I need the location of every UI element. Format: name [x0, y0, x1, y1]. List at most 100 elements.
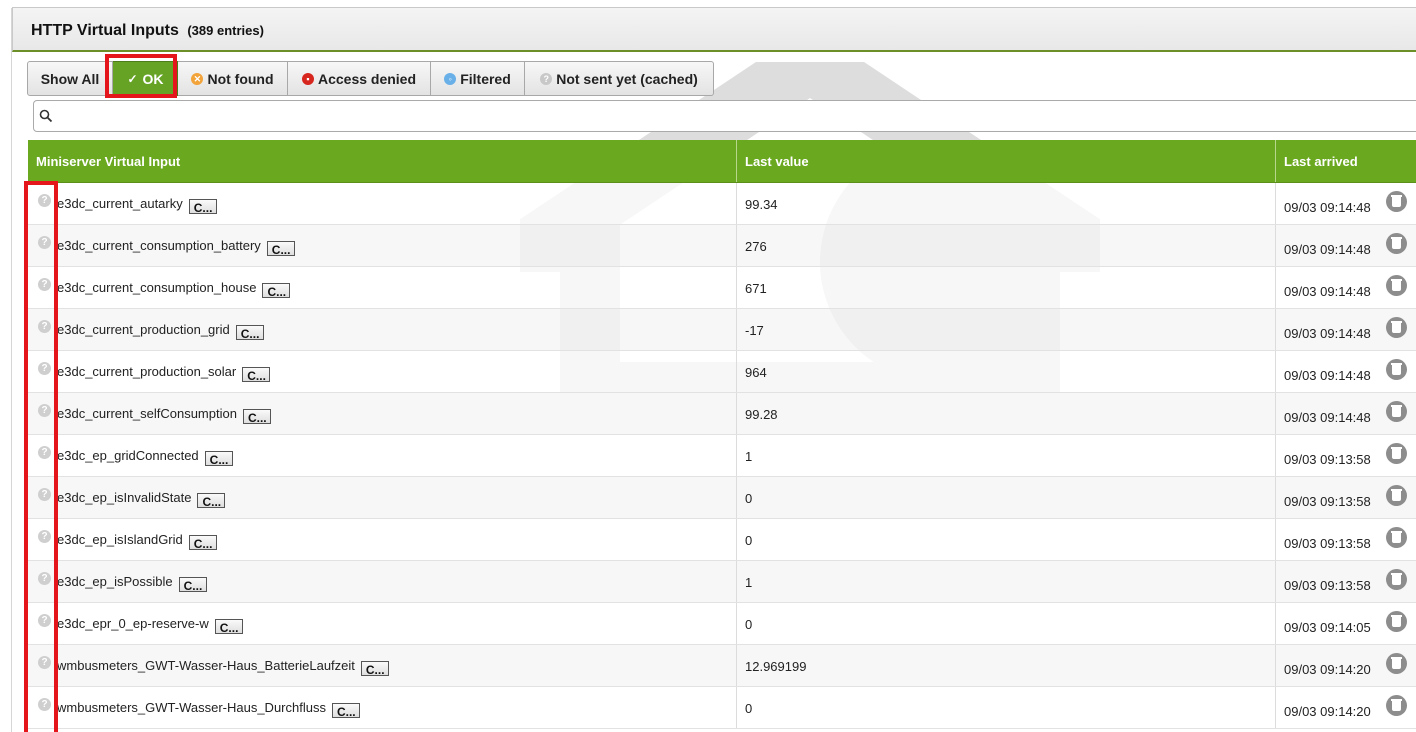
search-box — [33, 100, 1416, 132]
column-header-last-value[interactable]: Last value — [737, 140, 1276, 182]
cell-last-value: 99.28 — [737, 393, 1276, 434]
table-row: ? e3dc_current_consumption_house C... 671 09… — [28, 267, 1416, 309]
question-icon: ? — [38, 614, 51, 627]
input-name-cell: e3dc_current_production_grid C... — [57, 322, 264, 341]
question-icon: ? — [38, 194, 51, 207]
input-name: e3dc_current_production_solar — [57, 364, 237, 379]
last-value: 99.34 — [745, 197, 778, 212]
trash-icon[interactable] — [1386, 191, 1407, 212]
column-header-input[interactable]: Miniserver Virtual Input — [28, 140, 737, 182]
filter-access-denied-button[interactable]: ▪ Access denied — [288, 61, 431, 96]
cell-input: ? e3dc_epr_0_ep-reserve-w C... — [28, 603, 737, 644]
filter-show-all-button[interactable]: Show All — [27, 61, 113, 96]
copy-button[interactable]: C... — [242, 367, 271, 383]
table-row: ? e3dc_current_autarky C... 99.34 09/03 09:1… — [28, 183, 1416, 225]
cell-input: ? e3dc_current_production_solar C... — [28, 351, 737, 392]
cell-input: ? e3dc_current_selfConsumption C... — [28, 393, 737, 434]
last-arrived: 09/03 09:14:20 — [1284, 704, 1371, 719]
input-name-cell: e3dc_ep_isIslandGrid C... — [57, 532, 217, 551]
trash-icon[interactable] — [1386, 569, 1407, 590]
search-input[interactable] — [60, 104, 1364, 130]
question-icon: ? — [38, 656, 51, 669]
status-filter-bar: Show All ✓ OK ✕ Not found ▪ Access denie… — [27, 61, 714, 96]
last-value: -17 — [745, 323, 764, 338]
cell-last-value: 12.969199 — [737, 645, 1276, 686]
page-title: HTTP Virtual Inputs (389 entries) — [31, 22, 264, 40]
last-value: 0 — [745, 701, 753, 716]
trash-icon[interactable] — [1386, 443, 1407, 464]
last-arrived: 09/03 09:13:58 — [1284, 578, 1371, 593]
filter-filtered-label: Filtered — [460, 70, 511, 87]
filter-not-sent-button[interactable]: ? Not sent yet (cached) — [525, 61, 714, 96]
trash-icon[interactable] — [1386, 233, 1407, 254]
column-header-last-arrived[interactable]: Last arrived — [1276, 140, 1416, 182]
input-name-cell: wmbusmeters_GWT-Wasser-Haus_Durchfluss C.… — [57, 700, 360, 719]
filter-ok-button[interactable]: ✓ OK — [113, 61, 178, 96]
trash-icon[interactable] — [1386, 527, 1407, 548]
trash-icon[interactable] — [1386, 359, 1407, 380]
cell-input: ? wmbusmeters_GWT-Wasser-Haus_BatterieLau… — [28, 645, 737, 686]
last-arrived: 09/03 09:14:05 — [1284, 620, 1371, 635]
filter-not-found-button[interactable]: ✕ Not found — [178, 61, 288, 96]
trash-icon[interactable] — [1386, 611, 1407, 632]
left-border — [0, 0, 12, 732]
last-arrived: 09/03 09:14:20 — [1284, 662, 1371, 677]
cell-last-arrived: 09/03 09:14:20 — [1276, 687, 1416, 728]
input-name: e3dc_current_consumption_house — [57, 280, 257, 295]
copy-button[interactable]: C... — [360, 661, 389, 677]
cell-input: ? wmbusmeters_GWT-Wasser-Haus_Durchfluss C… — [28, 687, 737, 728]
copy-button[interactable]: C... — [188, 199, 217, 215]
last-arrived: 09/03 09:14:48 — [1284, 368, 1371, 383]
table-row: ? wmbusmeters_GWT-Wasser-Haus_BatterieLau… — [28, 645, 1416, 687]
last-value: 0 — [745, 533, 753, 548]
trash-icon[interactable] — [1386, 275, 1407, 296]
cell-input: ? e3dc_ep_isInvalidState C... — [28, 477, 737, 518]
copy-button[interactable]: C... — [214, 619, 243, 635]
trash-icon[interactable] — [1386, 317, 1407, 338]
last-arrived: 09/03 09:13:58 — [1284, 452, 1371, 467]
trash-icon[interactable] — [1386, 485, 1407, 506]
cell-last-arrived: 09/03 09:14:48 — [1276, 183, 1416, 224]
filter-filtered-button[interactable]: ◦ Filtered — [431, 61, 525, 96]
input-name: e3dc_current_selfConsumption — [57, 406, 237, 421]
table-row: ? e3dc_current_production_grid C... -17 09/0… — [28, 309, 1416, 351]
copy-button[interactable]: C... — [262, 283, 291, 299]
trash-icon[interactable] — [1386, 653, 1407, 674]
input-name: wmbusmeters_GWT-Wasser-Haus_Durchfluss — [57, 700, 326, 715]
input-name: e3dc_epr_0_ep-reserve-w — [57, 616, 209, 631]
input-name: e3dc_ep_isPossible — [57, 574, 173, 589]
input-name: e3dc_current_consumption_battery — [57, 238, 261, 253]
lock-icon: ▪ — [301, 72, 314, 85]
question-icon: ? — [38, 488, 51, 501]
search-icon — [39, 109, 53, 123]
copy-button[interactable]: C... — [331, 703, 360, 719]
copy-button[interactable]: C... — [188, 535, 217, 551]
input-name-cell: e3dc_current_consumption_house C... — [57, 280, 291, 299]
copy-button[interactable]: C... — [197, 493, 226, 509]
cell-input: ? e3dc_current_autarky C... — [28, 183, 737, 224]
input-name: e3dc_ep_isInvalidState — [57, 490, 192, 505]
copy-button[interactable]: C... — [178, 577, 207, 593]
last-value: 1 — [745, 575, 753, 590]
question-icon: ? — [38, 572, 51, 585]
question-icon: ? — [38, 446, 51, 459]
last-value: 1 — [745, 449, 753, 464]
copy-button[interactable]: C... — [266, 241, 295, 257]
copy-button[interactable]: C... — [204, 451, 233, 467]
last-value: 276 — [745, 239, 767, 254]
copy-button[interactable]: C... — [242, 409, 271, 425]
input-name-cell: e3dc_current_consumption_battery C... — [57, 238, 295, 257]
trash-icon[interactable] — [1386, 695, 1407, 716]
table-row: ? e3dc_current_consumption_battery C... 276… — [28, 225, 1416, 267]
cell-last-arrived: 09/03 09:13:58 — [1276, 561, 1416, 602]
copy-button[interactable]: C... — [235, 325, 264, 341]
cell-last-value: 99.34 — [737, 183, 1276, 224]
cell-last-arrived: 09/03 09:14:48 — [1276, 351, 1416, 392]
trash-icon[interactable] — [1386, 401, 1407, 422]
cell-input: ? e3dc_ep_isPossible C... — [28, 561, 737, 602]
table-header: Miniserver Virtual Input Last value Last… — [28, 140, 1416, 183]
cell-last-arrived: 09/03 09:14:48 — [1276, 393, 1416, 434]
last-arrived: 09/03 09:13:58 — [1284, 494, 1371, 509]
last-value: 0 — [745, 617, 753, 632]
table-row: ? e3dc_ep_gridConnected C... 1 09/03 09:13:5… — [28, 435, 1416, 477]
